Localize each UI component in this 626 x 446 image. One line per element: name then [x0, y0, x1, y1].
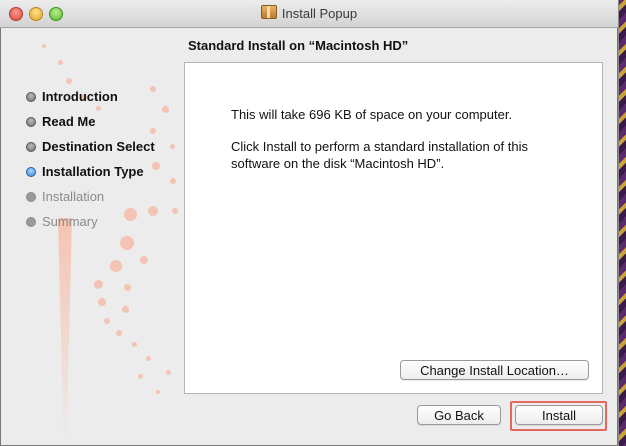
step-bullet-icon [26, 191, 36, 202]
step-label: Installation Type [42, 164, 144, 179]
package-icon [260, 5, 277, 19]
window-title-wrap: Install Popup [0, 5, 618, 21]
step-label: Summary [42, 214, 98, 229]
step-label: Read Me [42, 114, 96, 129]
step-current-bullet-icon [26, 166, 36, 177]
change-install-location-button[interactable]: Change Install Location… [400, 360, 589, 380]
install-message: Click Install to perform a standard inst… [231, 139, 528, 171]
steps-list: Introduction Read Me Destination Select … [26, 84, 155, 234]
space-message: This will take 696 KB of space on your c… [231, 107, 513, 122]
install-button[interactable]: Install [515, 405, 603, 425]
step-installation-type: Installation Type [26, 159, 155, 184]
go-back-button[interactable]: Go Back [417, 405, 501, 425]
window-title: Install Popup [281, 6, 358, 21]
step-summary: Summary [26, 209, 155, 234]
step-bullet-icon [26, 216, 36, 227]
step-label: Destination Select [42, 139, 155, 154]
step-bullet-icon [26, 91, 36, 102]
step-destination-select: Destination Select [26, 134, 155, 159]
step-installation: Installation [26, 184, 155, 209]
title-bar[interactable]: Install Popup [0, 0, 618, 28]
installer-window: Install Popup Standard Install on “Macin… [0, 0, 619, 446]
step-label: Installation [42, 189, 105, 204]
step-bullet-icon [26, 141, 36, 152]
step-bullet-icon [26, 116, 36, 127]
step-introduction: Introduction [26, 84, 155, 109]
step-read-me: Read Me [26, 109, 155, 134]
step-label: Introduction [42, 89, 118, 104]
page-heading: Standard Install on “Macintosh HD” [188, 38, 409, 53]
content-panel: This will take 696 KB of space on your c… [184, 62, 603, 394]
